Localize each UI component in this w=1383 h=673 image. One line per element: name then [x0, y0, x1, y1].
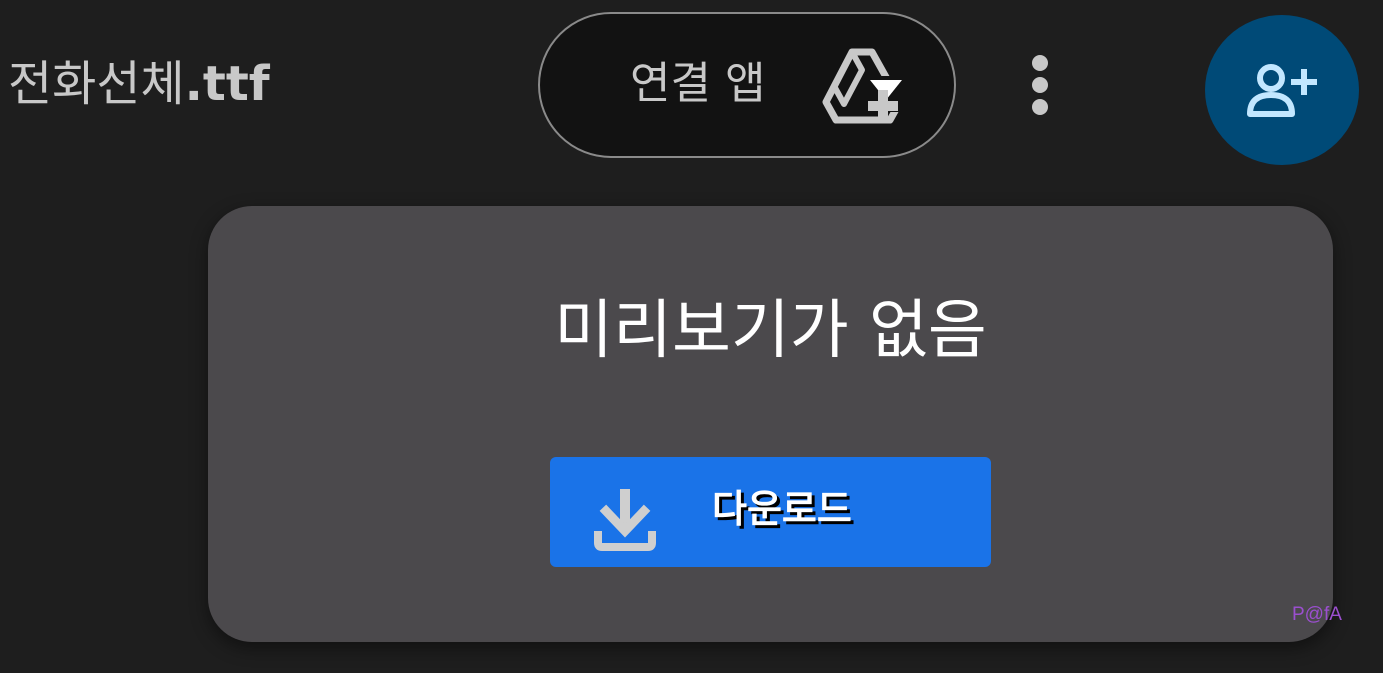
download-button[interactable]: 다운로드	[550, 457, 991, 567]
no-preview-message: 미리보기가 없음	[554, 294, 987, 368]
more-vert-icon	[1032, 55, 1048, 71]
preview-card: 미리보기가 없음 다운로드	[208, 206, 1333, 642]
file-title: 전화선체.ttf	[8, 44, 270, 124]
open-with-button[interactable]: 연결 앱	[538, 12, 956, 158]
share-button[interactable]	[1205, 15, 1359, 165]
more-options-button[interactable]	[1010, 45, 1070, 125]
file-extension: .ttf	[184, 56, 270, 112]
download-label: 다운로드	[712, 487, 852, 531]
open-with-label: 연결 앱	[630, 58, 766, 109]
open-with-app-icon	[822, 48, 904, 124]
app-window: 전화선체.ttf 연결 앱 미리보기가 없음 다운로드 P@fA	[0, 0, 1383, 673]
person-add-icon	[1247, 64, 1317, 117]
file-name: 전화선체	[8, 56, 185, 112]
download-icon	[594, 489, 656, 551]
watermark-text: P@fA	[1292, 604, 1342, 625]
